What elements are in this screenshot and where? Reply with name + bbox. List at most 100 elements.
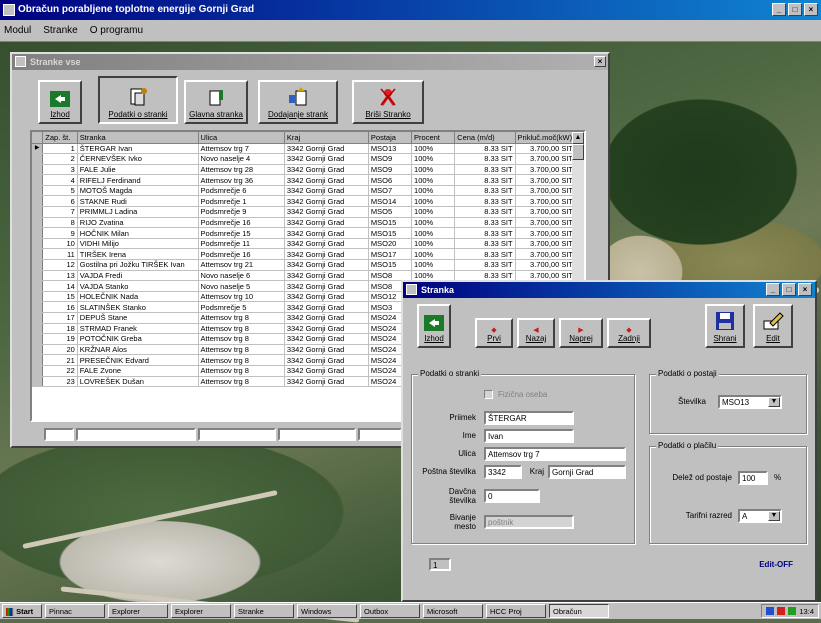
close-button[interactable]: × <box>804 3 818 16</box>
table-row[interactable]: 3 FALE Julie Attemsov trg 28 3342 Gornji Gr… <box>32 164 577 176</box>
glavna-stranka-button[interactable]: Glavna stranka <box>184 80 248 124</box>
row-selector[interactable] <box>32 174 44 186</box>
scroll-up-icon[interactable]: ▲ <box>572 132 584 144</box>
chevron-down-icon[interactable]: ▼ <box>768 511 780 521</box>
menu-stranke[interactable]: Stranke <box>43 20 77 41</box>
row-selector[interactable] <box>32 217 44 229</box>
row-selector[interactable]: ▶ <box>32 143 44 155</box>
close-button[interactable]: × <box>594 56 606 67</box>
row-selector[interactable] <box>32 238 44 250</box>
table-row[interactable]: 8 RIJO Zvatina Podsmrečje 16 3342 Gornji Gr… <box>32 217 577 229</box>
taskbar-task[interactable]: Pinnac <box>45 604 105 618</box>
table-row[interactable]: ▶ 1 ŠTERGAR Ivan Attemsov trg 7 3342 Gornji … <box>32 143 577 155</box>
row-selector[interactable] <box>32 227 44 239</box>
tray-network-icon[interactable] <box>766 607 775 615</box>
bivanje-mesto-field[interactable]: poštnik <box>484 515 574 529</box>
taskbar-task[interactable]: Explorer <box>108 604 168 618</box>
row-selector[interactable] <box>32 354 44 366</box>
izhod-button[interactable]: Izhod <box>38 80 82 124</box>
stranke-vse-titlebar[interactable]: Stranke vse × <box>12 54 608 70</box>
table-row[interactable]: 10 VIDHI Milijo Podsmrečje 11 3342 Gornji G… <box>32 238 577 250</box>
row-selector[interactable] <box>32 195 44 208</box>
ime-field[interactable]: Ivan <box>484 429 574 443</box>
row-selector[interactable] <box>32 301 44 313</box>
delez-field[interactable]: 100 <box>738 471 768 485</box>
column-header[interactable]: Procent <box>411 132 456 144</box>
maximize-button[interactable]: □ <box>782 283 796 296</box>
prvi-button[interactable]: ◆ Prvi <box>475 318 513 348</box>
column-header[interactable]: Stranka <box>77 132 199 144</box>
table-row[interactable]: 12 Gostilna pri Jožku TIRŠEK Ivan Attemsov… <box>32 259 577 271</box>
row-selector[interactable] <box>32 376 44 388</box>
table-row[interactable]: 4 RIFELJ Ferdinand Attemsov trg 36 3342 Gor… <box>32 174 577 186</box>
postaja-select[interactable]: MSO13 ▼ <box>718 395 782 409</box>
column-header[interactable]: Zap. št. <box>42 132 78 144</box>
izhod-button[interactable]: Izhod <box>417 304 451 348</box>
table-row[interactable]: 2 ČERNEVŠEK Ivko Novo naselje 4 3342 Gornji… <box>32 153 577 165</box>
dodajanje-strank-button[interactable]: Dodajanje strank <box>258 80 338 124</box>
row-selector[interactable] <box>32 164 44 176</box>
taskbar-task[interactable]: Obračun <box>549 604 609 618</box>
brisi-stranko-button[interactable]: Briši Stranko <box>352 80 424 124</box>
table-row[interactable]: 5 MOTOŠ Magda Podsmrečje 6 3342 Gornji Grad… <box>32 185 577 197</box>
maximize-button[interactable]: □ <box>788 3 802 16</box>
chevron-down-icon[interactable]: ▼ <box>768 397 780 407</box>
minimize-button[interactable]: _ <box>766 283 780 296</box>
column-header[interactable]: Kraj <box>284 132 369 144</box>
edit-button[interactable]: Edit <box>753 304 793 348</box>
table-row[interactable]: 11 TIRŠEK Irena Podsmrečje 16 3342 Gornji G… <box>32 248 577 261</box>
close-button[interactable]: × <box>798 283 812 296</box>
row-selector[interactable] <box>32 365 44 377</box>
priimek-field[interactable]: ŠTERGAR <box>484 411 574 425</box>
kraj-field[interactable]: Gornji Grad <box>548 465 626 479</box>
row-selector[interactable] <box>32 312 44 324</box>
row-selector[interactable] <box>32 270 44 282</box>
row-selector[interactable] <box>32 153 44 165</box>
filter-field[interactable] <box>358 428 402 441</box>
taskbar-task[interactable]: HCC Proj <box>486 604 546 618</box>
row-selector[interactable] <box>32 259 44 271</box>
column-header[interactable]: Ulica <box>198 132 285 144</box>
row-selector[interactable] <box>32 291 44 303</box>
filter-field[interactable] <box>76 428 196 441</box>
nazaj-button[interactable]: ◀ Nazaj <box>517 318 555 348</box>
column-header[interactable]: Prikluč.moč(kW) <box>515 132 577 144</box>
filter-field[interactable] <box>278 428 356 441</box>
row-selector[interactable] <box>32 185 44 197</box>
filter-field[interactable] <box>198 428 276 441</box>
row-selector[interactable] <box>32 280 44 292</box>
row-selector[interactable] <box>32 248 44 261</box>
menu-o-programu[interactable]: O programu <box>90 20 143 41</box>
davcna-stevilka-field[interactable]: 0 <box>484 489 540 503</box>
row-selector[interactable] <box>32 333 44 345</box>
naprej-button[interactable]: ▶ Naprej <box>559 318 603 348</box>
table-row[interactable]: 6 STAKNE Rudi Podsmrečje 1 3342 Gornji Grad… <box>32 195 577 208</box>
zadnji-button[interactable]: ◆ Zadnji <box>607 318 651 348</box>
taskbar-task[interactable]: Microsoft <box>423 604 483 618</box>
taskbar-task[interactable]: Outbox <box>360 604 420 618</box>
stranka-titlebar[interactable]: Stranka _ □ × <box>403 282 815 298</box>
tray-app-icon[interactable] <box>777 607 786 615</box>
podatki-o-stranki-button[interactable]: Podatki o stranki <box>98 76 178 124</box>
shrani-button[interactable]: Shrani <box>705 304 745 348</box>
row-selector[interactable] <box>32 323 44 335</box>
tray-volume-icon[interactable] <box>788 607 797 615</box>
app-titlebar[interactable]: Obračun porabljene toplotne energije Gor… <box>0 0 821 20</box>
ulica-field[interactable]: Attemsov trg 7 <box>484 447 626 461</box>
table-row[interactable]: 7 PRIMMLJ Ladina Podsmrečje 9 3342 Gornji G… <box>32 206 577 218</box>
table-row[interactable]: 9 HOČNIK Milan Podsmrečje 15 3342 Gornji Gr… <box>32 227 577 239</box>
minimize-button[interactable]: _ <box>772 3 786 16</box>
scroll-thumb[interactable] <box>572 144 584 160</box>
row-selector[interactable] <box>32 206 44 218</box>
postna-stevilka-field[interactable]: 3342 <box>484 465 522 479</box>
fizicna-oseba-checkbox[interactable] <box>484 390 493 399</box>
column-header[interactable]: Postaja <box>368 132 413 144</box>
taskbar-task[interactable]: Stranke <box>234 604 294 618</box>
menu-modul[interactable]: Modul <box>4 20 31 41</box>
taskbar-task[interactable]: Windows <box>297 604 357 618</box>
tarifa-select[interactable]: A ▼ <box>738 509 782 523</box>
start-button[interactable]: Start <box>2 604 42 618</box>
taskbar-task[interactable]: Explorer <box>171 604 231 618</box>
row-selector[interactable] <box>32 344 44 356</box>
filter-field[interactable] <box>44 428 74 441</box>
